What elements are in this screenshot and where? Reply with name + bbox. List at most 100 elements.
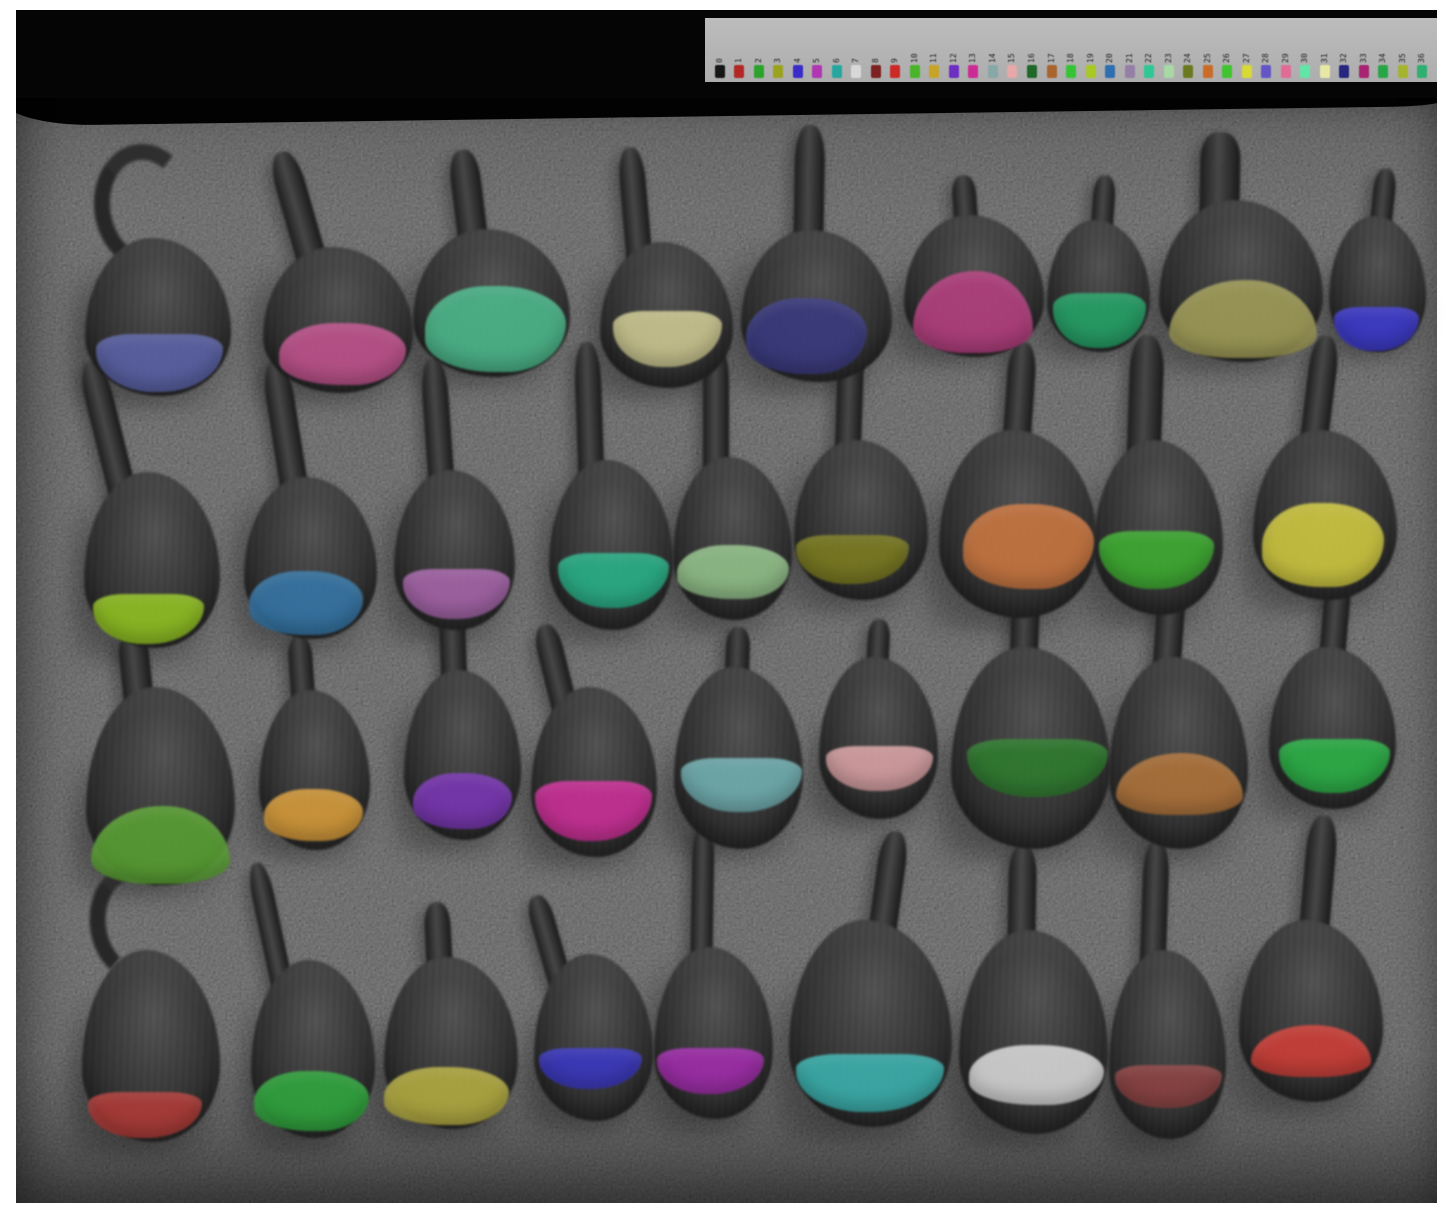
- segmentation-mask: [677, 545, 789, 599]
- legend-entry-label: 30: [1301, 33, 1309, 63]
- legend-entry-label: 32: [1340, 33, 1348, 63]
- bulb-body: [819, 657, 938, 819]
- bulb-r4c7: [959, 845, 1108, 1134]
- legend-entry-label: 27: [1243, 33, 1251, 63]
- legend-color-swatch: [851, 65, 861, 78]
- segmentation-mask: [254, 1071, 369, 1131]
- legend-entry-label: 29: [1282, 33, 1290, 63]
- legend-color-swatch: [1378, 65, 1388, 78]
- legend-color-swatch: [1339, 65, 1349, 78]
- legend-entry: 26: [1217, 33, 1237, 78]
- legend-color-swatch: [1125, 65, 1135, 78]
- legend-entry: 28: [1256, 33, 1276, 78]
- bulb-r1c1: [85, 143, 231, 396]
- bulb-r4c8: [1109, 840, 1226, 1139]
- legend-entry-label: 1: [735, 33, 743, 63]
- legend-entry-label: 15: [1008, 33, 1016, 63]
- legend-entry: 17: [1042, 33, 1062, 78]
- legend-entry-label: 10: [911, 33, 919, 63]
- legend-color-swatch: [871, 65, 881, 78]
- legend-entry-label: 34: [1379, 33, 1387, 63]
- legend-color-swatch: [1359, 65, 1369, 78]
- bulb-r1c7: [1047, 175, 1150, 352]
- legend-entry-label: 22: [1145, 33, 1153, 63]
- legend-color-swatch: [773, 65, 783, 78]
- legend-entry-label: 9: [891, 33, 899, 63]
- legend-color-swatch: [1417, 65, 1427, 78]
- legend-entry: 36: [1413, 33, 1433, 78]
- legend-entry: 3: [769, 33, 789, 78]
- bulb-r1c4: [600, 147, 733, 388]
- bulb-r2c7: [939, 342, 1097, 618]
- bulb-r4c5: [654, 822, 773, 1119]
- legend-entry: 20: [1100, 33, 1120, 78]
- legend-color-swatch: [1320, 65, 1330, 78]
- legend-entry: 24: [1178, 33, 1198, 78]
- legend-entry: 14: [983, 33, 1003, 78]
- bulb-layer: [0, 0, 1450, 1216]
- legend-color-swatch: [1066, 65, 1076, 78]
- legend-entry: 23: [1159, 33, 1179, 78]
- legend-color-swatch: [734, 65, 744, 78]
- legend-color-swatch: [1222, 65, 1232, 78]
- legend-color-swatch: [1007, 65, 1017, 78]
- segmentation-mask: [384, 1067, 509, 1125]
- legend-color-swatch: [1203, 65, 1213, 78]
- legend-color-swatch: [1144, 65, 1154, 78]
- legend-entry-label: 5: [813, 33, 821, 63]
- legend-entry-label: 33: [1360, 33, 1368, 63]
- legend-entry: 4: [788, 33, 808, 78]
- legend-color-swatch: [1047, 65, 1057, 78]
- legend-entry: 10: [905, 33, 925, 78]
- legend-entry: 7: [847, 33, 867, 78]
- legend-color-swatch: [754, 65, 764, 78]
- segmentation-mask: [249, 571, 363, 635]
- legend-color-swatch: [793, 65, 803, 78]
- legend-color-swatch: [949, 65, 959, 78]
- bulb-r2c2: [244, 359, 377, 639]
- legend-color-swatch: [1398, 65, 1408, 78]
- legend-entry: 15: [1003, 33, 1023, 78]
- legend-entry-label: 14: [989, 33, 997, 63]
- legend-entry-label: 6: [833, 33, 841, 63]
- bulb-r4c6: [789, 830, 952, 1127]
- legend-entry: 13: [964, 33, 984, 78]
- segmentation-mask: [963, 504, 1094, 589]
- legend-entry-label: 36: [1418, 33, 1426, 63]
- legend-color-swatch: [890, 65, 900, 78]
- legend-entry: 32: [1335, 33, 1355, 78]
- legend-entry: 16: [1022, 33, 1042, 78]
- legend-entry: 22: [1139, 33, 1159, 78]
- legend-entry: 1: [730, 33, 750, 78]
- bulb-r1c9: [1329, 168, 1426, 352]
- legend-color-swatch: [1281, 65, 1291, 78]
- segmentation-viewer: 0123456789101112131415161718192021222324…: [0, 0, 1450, 1216]
- bulb-r3c6: [819, 619, 938, 819]
- instance-color-legend: 0123456789101112131415161718192021222324…: [705, 18, 1437, 82]
- bulb-r3c1: [86, 632, 235, 885]
- legend-entry: 12: [944, 33, 964, 78]
- legend-entry: 34: [1374, 33, 1394, 78]
- segmentation-mask: [1262, 503, 1384, 587]
- bulb-r4c9: [1239, 815, 1383, 1102]
- legend-entry-label: 20: [1106, 33, 1114, 63]
- legend-entry-label: 26: [1223, 33, 1231, 63]
- legend-entry: 31: [1315, 33, 1335, 78]
- legend-entry-label: 16: [1028, 33, 1036, 63]
- bulb-r4c1: [82, 862, 220, 1142]
- legend-entry: 19: [1081, 33, 1101, 78]
- legend-entry-label: 18: [1067, 33, 1075, 63]
- legend-entry-label: 17: [1048, 33, 1056, 63]
- legend-entry: 33: [1354, 33, 1374, 78]
- bulb-r1c2: [263, 147, 413, 393]
- bulb-r2c9: [1253, 335, 1397, 600]
- segmentation-mask: [969, 1045, 1104, 1105]
- legend-entry-label: 11: [930, 33, 938, 63]
- legend-entry-label: 13: [969, 33, 977, 63]
- legend-entry: 35: [1393, 33, 1413, 78]
- legend-entry: 30: [1295, 33, 1315, 78]
- segmentation-mask: [425, 286, 566, 372]
- legend-color-swatch: [910, 65, 920, 78]
- legend-entry-label: 24: [1184, 33, 1192, 63]
- legend-entry-label: 0: [716, 33, 724, 63]
